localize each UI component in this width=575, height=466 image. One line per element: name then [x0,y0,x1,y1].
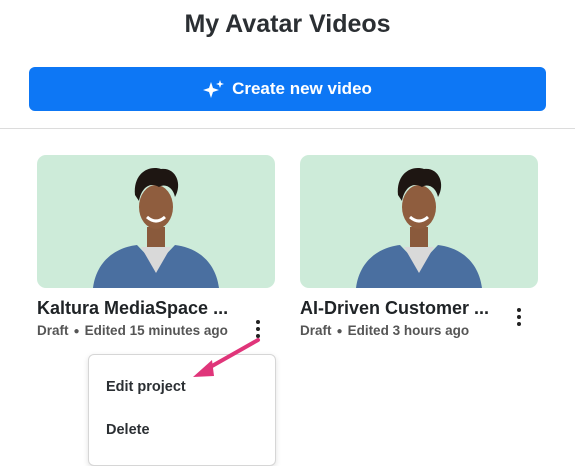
more-dot-icon [517,308,521,312]
separator-dot: ● [336,326,343,337]
create-new-video-label: Create new video [232,79,372,98]
more-dot-icon [256,327,260,331]
divider [0,128,575,129]
more-options-button[interactable] [251,316,265,342]
video-title[interactable]: Kaltura MediaSpace ... [37,298,247,319]
menu-item-delete[interactable]: Delete [106,422,150,438]
video-card[interactable]: Kaltura MediaSpace ... Draft ● Edited 15 m… [37,155,275,341]
edited-time: Edited 3 hours ago [347,323,470,338]
status-label: Draft [300,323,332,338]
avatar-illustration [356,168,482,288]
video-title[interactable]: AI-Driven Customer ... [300,298,510,319]
more-options-button[interactable] [512,304,526,330]
video-meta: Draft ● Edited 3 hours ago [300,322,500,341]
video-meta: Draft ● Edited 15 minutes ago [37,322,237,341]
more-dot-icon [256,334,260,338]
more-dot-icon [517,322,521,326]
create-new-video-button[interactable]: Create new video [29,67,546,111]
video-card[interactable]: AI-Driven Customer ... Draft ● Edited 3 ho… [300,155,538,341]
avatar-illustration [93,168,219,288]
video-thumbnail[interactable] [300,155,538,288]
page-title: My Avatar Videos [184,10,391,38]
edited-time: Edited 15 minutes ago [84,323,228,338]
separator-dot: ● [73,326,80,337]
context-menu: Edit project Delete [88,354,276,466]
more-dot-icon [517,315,521,319]
video-thumbnail[interactable] [37,155,275,288]
sparkle-icon [203,80,225,98]
menu-item-edit-project[interactable]: Edit project [106,379,186,395]
status-label: Draft [37,323,69,338]
more-dot-icon [256,320,260,324]
